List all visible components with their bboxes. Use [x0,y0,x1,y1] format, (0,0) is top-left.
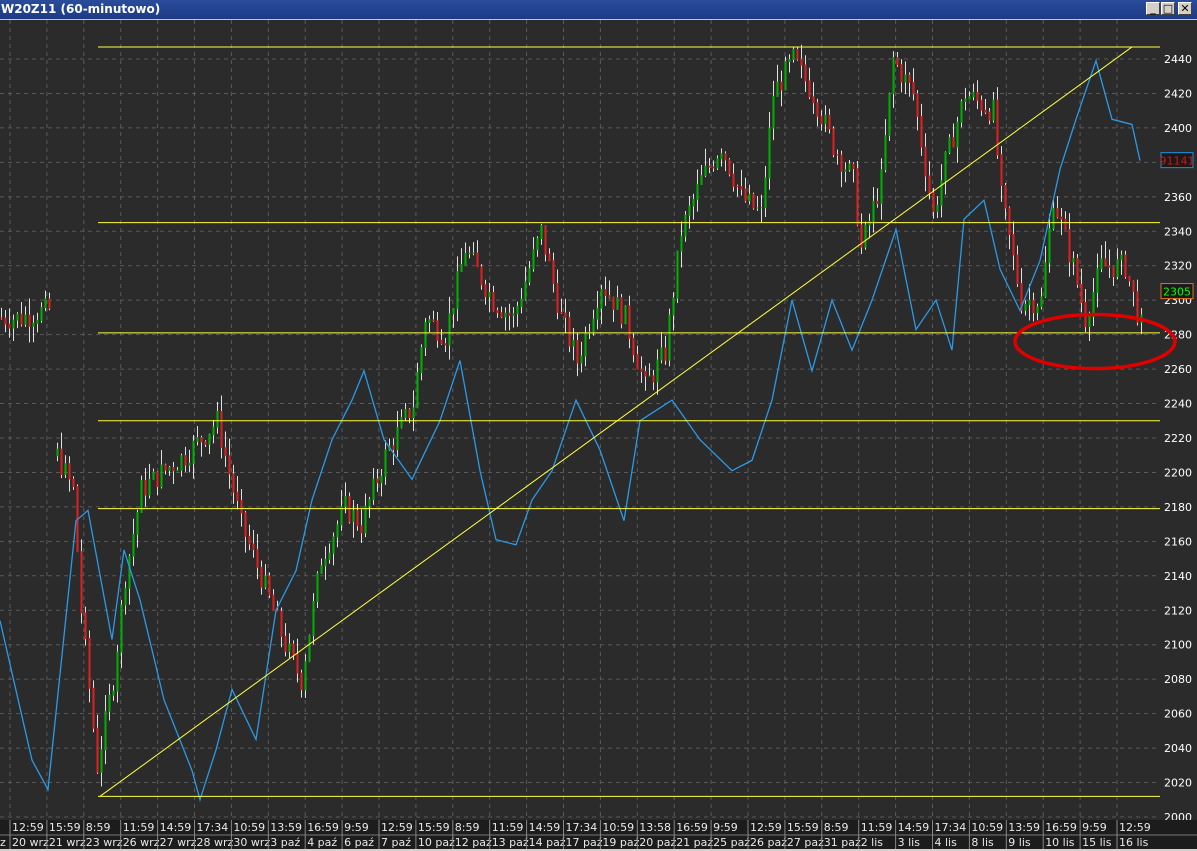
time-label: 12:59 [12,821,44,834]
y-tick-label: 2260 [1164,363,1192,376]
y-tick-label: 2180 [1164,501,1192,514]
y-tick-label: 2220 [1164,432,1192,445]
time-label: 16:59 [307,821,339,834]
time-label: 14:59 [898,821,930,834]
chart-window: W20Z11 (60-minutowo) _ □ ✕ 2000 2020 2040 2… [0,0,1197,851]
y-tick-label: 2240 [1164,398,1192,411]
indicator-value-label: 91141 [1160,152,1195,169]
date-label: 13 paź [492,836,529,849]
time-label: 12:59 [750,821,782,834]
plot-background [0,20,1197,851]
time-label: 9:59 [713,821,738,834]
y-tick-label: 2440 [1164,53,1192,66]
y-tick-label: 2100 [1164,639,1192,652]
date-label: 21 wrz [49,836,86,849]
date-label: 9 lis [1008,836,1031,849]
date-label: z [0,836,6,849]
time-label: 10:59 [971,821,1003,834]
time-label: 12:59 [1119,821,1151,834]
date-label: 15 lis [1082,836,1112,849]
y-tick-label: 2340 [1164,225,1192,238]
date-label: 20 paź [639,836,676,849]
y-tick-label: 2040 [1164,742,1192,755]
y-tick-label: 2420 [1164,87,1192,100]
date-label: 7 paź [381,836,411,849]
date-label: 21 paź [676,836,713,849]
date-label: 28 wrz [197,836,234,849]
time-label: 8:59 [455,821,480,834]
date-label: 31 paź [824,836,861,849]
date-label: 14 paź [529,836,566,849]
time-label: 17:34 [197,821,229,834]
minimize-button[interactable]: _ [1146,2,1160,15]
date-label: 6 paź [344,836,374,849]
time-label: 11:59 [123,821,155,834]
y-tick-label: 2060 [1164,708,1192,721]
date-label: 27 wrz [160,836,197,849]
time-label: 13:59 [270,821,302,834]
value-label-text: 91141 [1160,155,1195,168]
y-tick-label: 2080 [1164,673,1192,686]
time-label: 9:59 [1082,821,1107,834]
title-bar: W20Z11 (60-minutowo) _ □ ✕ [0,0,1197,20]
date-label: 10 paź [418,836,455,849]
time-label: 10:59 [233,821,265,834]
date-label: 10 lis [1045,836,1075,849]
date-label: 26 paź [750,836,787,849]
time-label: 14:59 [529,821,561,834]
date-label: 17 paź [566,836,603,849]
date-label: 30 wrz [233,836,270,849]
date-label: 3 lis [898,836,921,849]
y-tick-label: 2020 [1164,777,1192,790]
time-label: 10:59 [602,821,634,834]
y-tick-label: 2320 [1164,260,1192,273]
date-label: 20 wrz [12,836,49,849]
y-tick-label: 2140 [1164,570,1192,583]
date-label: 23 wrz [86,836,123,849]
close-button[interactable]: ✕ [1178,2,1192,15]
date-label: 19 paź [602,836,639,849]
y-tick-label: 2400 [1164,122,1192,135]
date-label: 26 wrz [123,836,160,849]
date-label: 27 paź [787,836,824,849]
time-label: 9:59 [344,821,369,834]
time-label: 13:58 [639,821,671,834]
time-label: 16:59 [676,821,708,834]
time-label: 12:59 [381,821,413,834]
date-label: 4 lis [935,836,958,849]
date-label: 16 lis [1119,836,1149,849]
date-label: 12 paź [455,836,492,849]
y-tick-label: 2120 [1164,604,1192,617]
time-label: 16:59 [1045,821,1077,834]
time-label: 15:59 [49,821,81,834]
value-label-text: 2305 [1163,286,1191,299]
y-tick-label: 2360 [1164,191,1192,204]
date-label: 3 paź [270,836,300,849]
time-label: 11:59 [861,821,893,834]
date-label: 2 lis [861,836,884,849]
price-value-label: 2305 [1160,283,1194,300]
window-title: W20Z11 (60-minutowo) [1,2,161,16]
time-label: 11:59 [492,821,524,834]
time-label: 14:59 [160,821,192,834]
maximize-button[interactable]: □ [1161,2,1175,15]
date-label: 4 paź [307,836,337,849]
time-label: 13:59 [1008,821,1040,834]
price-chart[interactable]: 2000202020402060208021002120214021602180… [0,20,1197,851]
date-label: 8 lis [971,836,994,849]
y-tick-label: 2200 [1164,466,1192,479]
time-label: 8:59 [86,821,111,834]
date-label: 25 paź [713,836,750,849]
time-label: 15:59 [418,821,450,834]
time-label: 17:34 [566,821,598,834]
time-label: 15:59 [787,821,819,834]
y-tick-label: 2160 [1164,535,1192,548]
time-label: 8:59 [824,821,849,834]
time-label: 17:34 [935,821,967,834]
